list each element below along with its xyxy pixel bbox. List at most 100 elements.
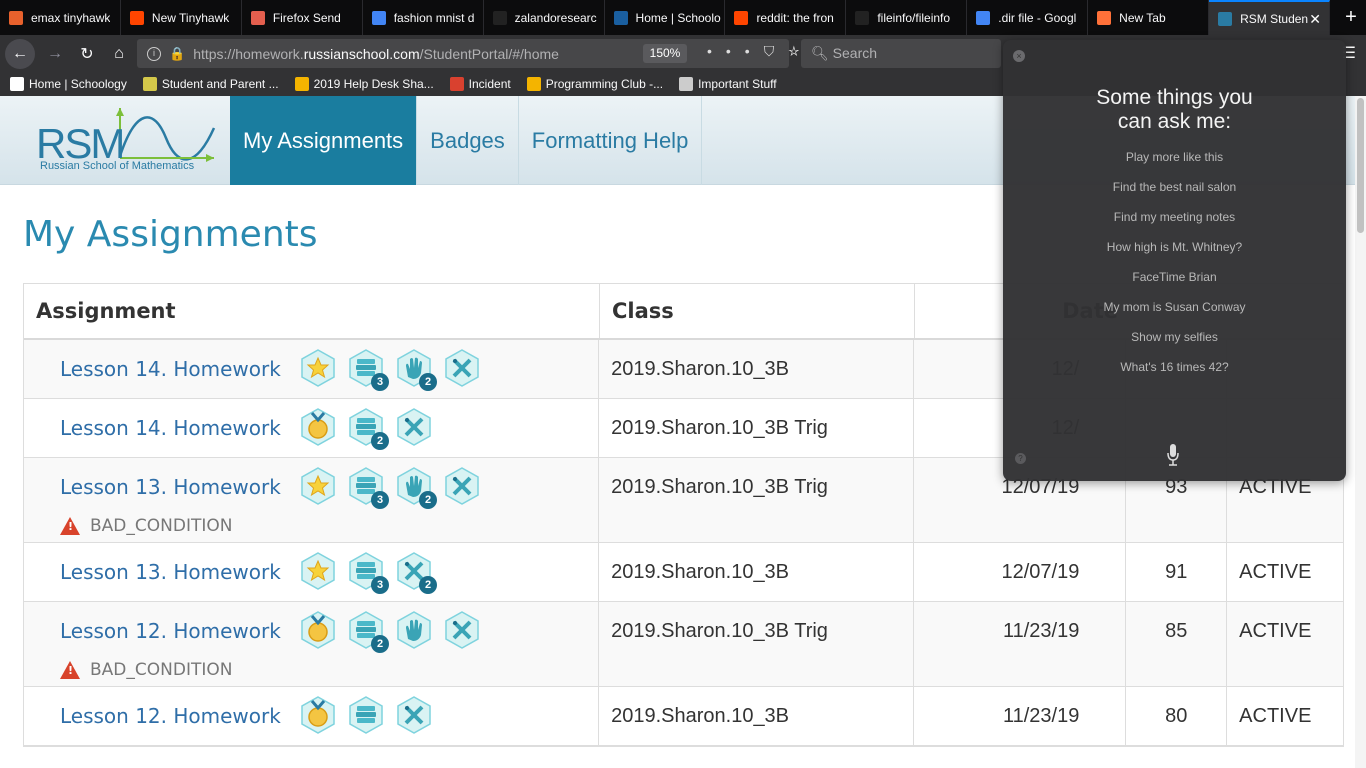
assignment-link[interactable]: Lesson 12. Homework: [60, 687, 300, 745]
bookmark-label: Programming Club -...: [545, 77, 664, 91]
bookmark-icon: [294, 77, 309, 91]
siri-suggestion[interactable]: FaceTime Brian: [1003, 270, 1346, 284]
new-tab-button[interactable]: +: [1336, 0, 1366, 35]
browser-tab[interactable]: fileinfo/fileinfo: [846, 0, 968, 35]
siri-suggestion[interactable]: Find the best nail salon: [1003, 180, 1346, 194]
tools-icon[interactable]: [395, 696, 433, 734]
rsm-logo[interactable]: RSM Russian School of Mathematics: [36, 108, 226, 176]
books-icon[interactable]: 3: [347, 552, 389, 594]
pocket-icon: ⛉: [763, 43, 789, 59]
siri-suggestion[interactable]: How high is Mt. Whitney?: [1003, 240, 1346, 254]
page-actions[interactable]: •••⛉☆: [707, 43, 813, 60]
bookmark-label: Student and Parent ...: [161, 77, 279, 91]
bg-icon: [9, 10, 23, 25]
tools-icon[interactable]: [443, 349, 481, 387]
books-icon[interactable]: 3: [347, 349, 389, 391]
info-icon[interactable]: i: [147, 46, 161, 61]
bookmark-item[interactable]: Home | Schoology: [10, 77, 127, 91]
hand-icon[interactable]: 2: [395, 467, 437, 509]
medal-icon[interactable]: [299, 408, 337, 446]
tools-icon[interactable]: [443, 611, 481, 649]
date-cell: 11/23/19: [914, 602, 1127, 686]
tools-icon[interactable]: 2: [395, 552, 437, 594]
siri-suggestions: Play more like this Find the best nail sa…: [1003, 150, 1346, 374]
browser-tab[interactable]: emax tinyhawk: [0, 0, 121, 35]
nav-my-assignments[interactable]: My Assignments: [230, 96, 418, 185]
browser-tab[interactable]: fashion mnist d: [363, 0, 484, 35]
assignment-link[interactable]: Lesson 12. Homework: [60, 602, 300, 660]
nav-formatting-help[interactable]: Formatting Help: [519, 96, 703, 185]
tab-label: New Tab: [1119, 10, 1166, 25]
tab-label: emax tinyhawk: [31, 10, 111, 25]
back-button[interactable]: ←: [5, 38, 35, 69]
books-icon[interactable]: 3: [347, 467, 389, 509]
warning-text: BAD_CONDITION: [90, 516, 233, 536]
tab-label: Home | Schoolo: [635, 10, 721, 25]
column-class[interactable]: Class: [600, 284, 915, 338]
tools-icon[interactable]: [395, 408, 433, 446]
siri-close-icon[interactable]: ×: [1013, 50, 1025, 62]
star-icon[interactable]: [299, 349, 337, 387]
siri-suggestion[interactable]: My mom is Susan Conway: [1003, 300, 1346, 314]
status-cell: ACTIVE: [1227, 687, 1343, 745]
medal-icon[interactable]: [299, 696, 337, 734]
browser-tab[interactable]: RSM Studen ✕: [1209, 0, 1330, 35]
url-bar[interactable]: i 🔒 https://homework. russianschool.com/S…: [137, 39, 799, 68]
medal-icon[interactable]: [299, 611, 337, 649]
siri-suggestion[interactable]: Play more like this: [1003, 150, 1346, 164]
tools-icon[interactable]: [443, 467, 481, 505]
siri-help-icon[interactable]: ?: [1015, 453, 1026, 464]
page-scrollbar[interactable]: [1355, 96, 1366, 768]
badge-list: 2: [299, 611, 491, 653]
tab-label: fashion mnist d: [393, 10, 475, 25]
bookmark-item[interactable]: 2019 Help Desk Sha...: [294, 77, 434, 91]
assignment-link[interactable]: Lesson 14. Homework: [60, 399, 300, 457]
send-icon: [250, 10, 265, 25]
zoom-level-button[interactable]: 150%: [643, 44, 687, 63]
siri-suggestion[interactable]: What's 16 times 42?: [1003, 360, 1346, 374]
siri-suggestion[interactable]: Show my selfies: [1003, 330, 1346, 344]
search-input[interactable]: 🔍︎ Search: [801, 39, 1001, 68]
reddit-icon: [734, 10, 749, 25]
books-icon[interactable]: 2: [347, 611, 389, 653]
scrollbar-thumb[interactable]: [1357, 98, 1364, 233]
browser-tab[interactable]: Firefox Send: [242, 0, 363, 35]
browser-tab[interactable]: zalandoresearc: [484, 0, 605, 35]
siri-suggestion[interactable]: Find my meeting notes: [1003, 210, 1346, 224]
status-cell: ACTIVE: [1227, 543, 1343, 601]
books-icon[interactable]: 2: [347, 408, 389, 450]
bookmark-item[interactable]: Incident: [449, 77, 511, 91]
assignment-link[interactable]: Lesson 13. Homework: [60, 458, 300, 516]
browser-tab[interactable]: .dir file - Googl: [967, 0, 1089, 35]
assignment-link[interactable]: Lesson 14. Homework: [60, 340, 300, 398]
assignment-link[interactable]: Lesson 13. Homework: [60, 543, 300, 601]
bookmark-item[interactable]: Student and Parent ...: [142, 77, 279, 91]
hand-icon[interactable]: 2: [395, 349, 437, 391]
close-tab-icon[interactable]: ✕: [1309, 11, 1321, 28]
site-nav: My Assignments Badges Formatting Help: [230, 96, 703, 185]
home-button[interactable]: ⌂: [103, 45, 135, 63]
reload-button[interactable]: ↻: [71, 44, 103, 64]
bookmark-item[interactable]: Programming Club -...: [526, 77, 664, 91]
forward-button[interactable]: →: [39, 45, 71, 63]
browser-tab[interactable]: New Tab: [1088, 0, 1210, 35]
column-assignment[interactable]: Assignment: [24, 284, 600, 338]
score-text: 85: [1165, 620, 1188, 642]
date-text: 12/07/19: [1001, 561, 1080, 583]
star-icon[interactable]: [299, 467, 337, 505]
books-icon[interactable]: [347, 696, 385, 734]
badge-list: [299, 696, 443, 734]
bookmark-item[interactable]: Important Stuff: [679, 77, 777, 91]
assignment-cell: Lesson 13. Homework 3 2! BAD_CONDITION: [24, 458, 600, 542]
class-cell: 2019.Sharon.10_3B Trig: [599, 458, 914, 542]
browser-tab[interactable]: Home | Schoolo: [605, 0, 726, 35]
nav-badges[interactable]: Badges: [417, 96, 519, 185]
browser-tab[interactable]: reddit: the fron: [725, 0, 847, 35]
browser-tab[interactable]: New Tinyhawk: [121, 0, 242, 35]
hand-icon[interactable]: [395, 611, 433, 649]
google-icon: [371, 10, 386, 25]
microphone-icon[interactable]: [1166, 443, 1180, 467]
bookmark-label: Incident: [468, 77, 511, 91]
badge-count: 3: [371, 576, 389, 594]
star-icon[interactable]: [299, 552, 337, 590]
